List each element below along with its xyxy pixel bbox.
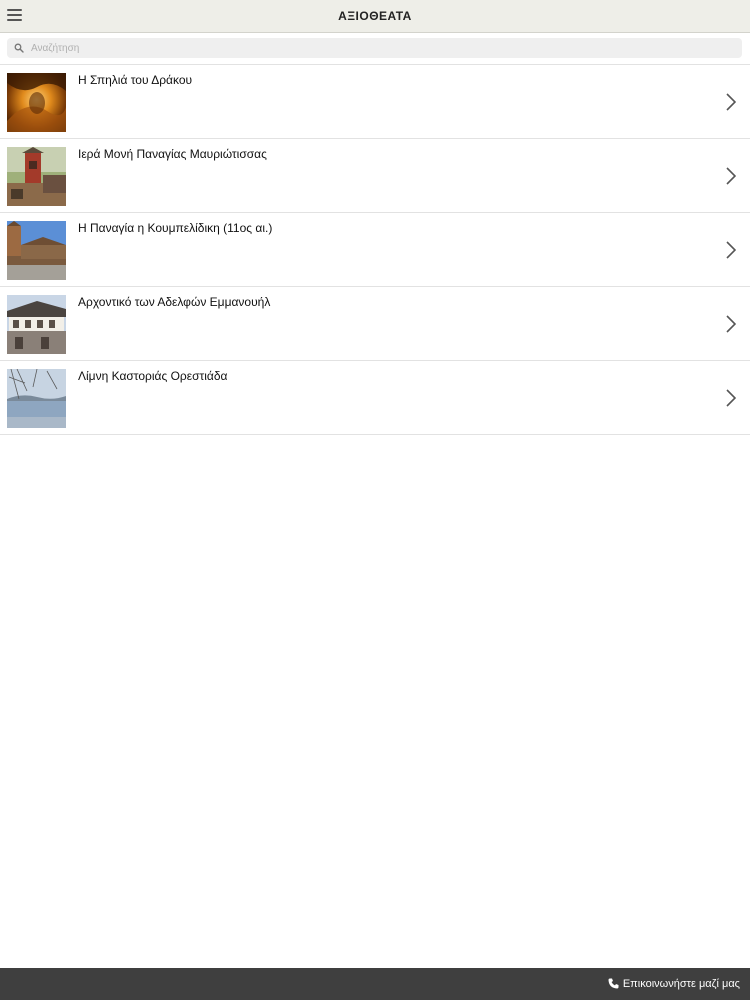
list-item[interactable]: Η Παναγία η Κουμπελίδικη (11ος αι.) bbox=[0, 213, 750, 287]
church-thumbnail bbox=[7, 221, 66, 280]
bottom-bar: Επικοινωνήστε μαζί μας bbox=[0, 968, 750, 1000]
list-item-title: Ιερά Μονή Παναγίας Μαυριώτισσας bbox=[78, 147, 267, 161]
chevron-right-icon bbox=[726, 167, 736, 185]
cave-thumbnail bbox=[7, 73, 66, 132]
contact-us-label: Επικοινωνήστε μαζί μας bbox=[622, 978, 740, 990]
lake-thumbnail bbox=[7, 369, 66, 428]
mansion-thumbnail bbox=[7, 295, 66, 354]
page-title: ΑΞΙΟΘΕΑΤΑ bbox=[338, 9, 412, 23]
contact-us-button[interactable]: Επικοινωνήστε μαζί μας bbox=[608, 978, 740, 990]
search-bar bbox=[0, 33, 750, 64]
chevron-right-icon bbox=[726, 241, 736, 259]
list-item[interactable]: Η Σπηλιά του Δράκου bbox=[0, 65, 750, 139]
app-root: ΑΞΙΟΘΕΑΤΑ Αναζήτηση Η Σπηλιά του Δράκου … bbox=[0, 0, 750, 1000]
top-bar: ΑΞΙΟΘΕΑΤΑ bbox=[0, 0, 750, 33]
attractions-list: Η Σπηλιά του Δράκου Ιερά Μονή Παναγίας Μ bbox=[0, 64, 750, 435]
chevron-right-icon bbox=[726, 389, 736, 407]
search-icon bbox=[14, 43, 24, 53]
list-item[interactable]: Αρχοντικό των Αδελφών Εμμανουήλ bbox=[0, 287, 750, 361]
phone-icon bbox=[608, 978, 619, 989]
list-item[interactable]: Ιερά Μονή Παναγίας Μαυριώτισσας bbox=[0, 139, 750, 213]
chevron-right-icon bbox=[726, 315, 736, 333]
list-item-title: Η Σπηλιά του Δράκου bbox=[78, 73, 193, 87]
search-box[interactable] bbox=[7, 38, 742, 58]
list-item-title: Αρχοντικό των Αδελφών Εμμανουήλ bbox=[78, 295, 271, 309]
monastery-thumbnail bbox=[7, 147, 66, 206]
search-input[interactable] bbox=[31, 40, 731, 56]
list-item-title: Η Παναγία η Κουμπελίδικη (11ος αι.) bbox=[78, 221, 273, 235]
chevron-right-icon bbox=[726, 93, 736, 111]
list-item-title: Λίμνη Καστοριάς Ορεστιάδα bbox=[78, 369, 228, 383]
list-item[interactable]: Λίμνη Καστοριάς Ορεστιάδα bbox=[0, 361, 750, 435]
